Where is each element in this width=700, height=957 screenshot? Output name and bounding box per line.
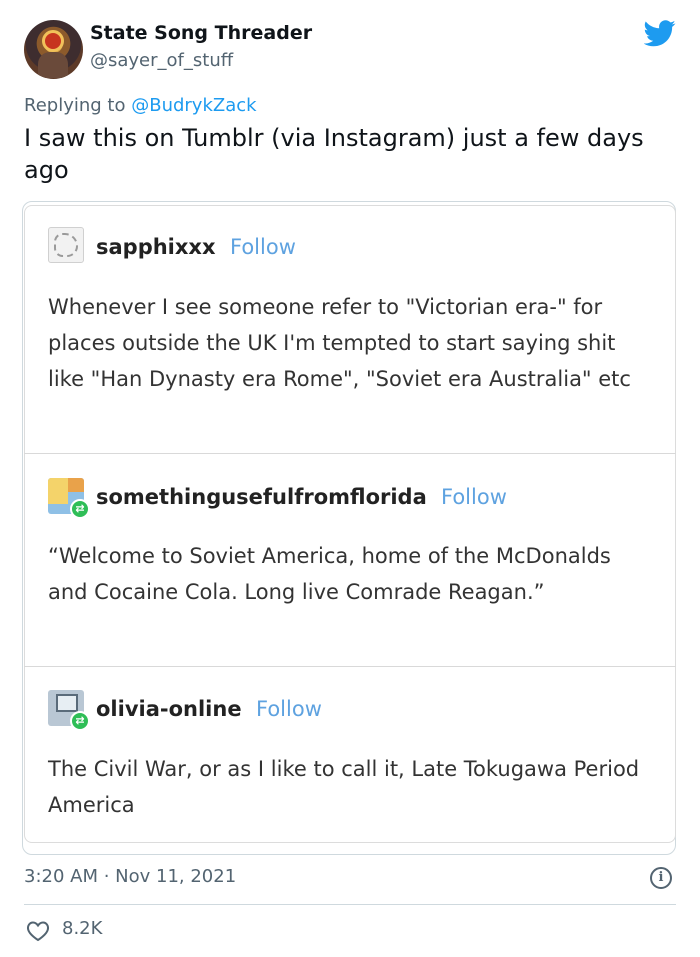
heart-icon[interactable] [26, 920, 50, 942]
reblog-icon: ⇄ [70, 711, 90, 731]
info-icon[interactable]: i [650, 867, 672, 889]
replying-to-link[interactable]: @BudrykZack [131, 95, 256, 116]
follow-link: Follow [441, 485, 507, 509]
tweet-text: I saw this on Tumblr (via Instagram) jus… [24, 124, 644, 184]
author-avatar[interactable] [24, 20, 83, 79]
sketch-avatar-icon [54, 233, 78, 257]
post-divider [24, 453, 676, 454]
tumblr-post-text: “Welcome to Soviet America, home of the … [48, 544, 611, 604]
tumblr-username: olivia-online [96, 697, 242, 721]
author-handle[interactable]: @sayer_of_stuff [90, 50, 233, 71]
tumblr-username: sapphixxx [96, 235, 216, 259]
follow-link: Follow [256, 697, 322, 721]
map-land-shape [68, 478, 84, 492]
post-divider [24, 666, 676, 667]
tumblr-username: somethingusefulfromflorida [96, 485, 427, 509]
tumblr-post-text: The Civil War, or as I like to call it, … [48, 757, 640, 817]
twitter-bird-icon[interactable] [644, 20, 676, 47]
follow-link: Follow [230, 235, 296, 259]
replying-to-prefix: Replying to [24, 95, 126, 116]
like-count[interactable]: 8.2K [62, 918, 102, 939]
tweet-timestamp[interactable]: 3:20 AM · Nov 11, 2021 [24, 866, 236, 887]
reblog-icon: ⇄ [70, 499, 90, 519]
footer-divider [24, 904, 676, 905]
computer-avatar-icon [56, 694, 78, 712]
tumblr-post-text: Whenever I see someone refer to "Victori… [48, 295, 631, 391]
author-display-name[interactable]: State Song Threader [90, 22, 312, 44]
avatar-ring [42, 30, 64, 52]
avatar-figure [38, 52, 68, 78]
map-land-shape [48, 478, 68, 504]
tumblr-avatar-sapphixxx [48, 227, 84, 263]
replying-to-line: Replying to @BudrykZack [24, 95, 257, 116]
